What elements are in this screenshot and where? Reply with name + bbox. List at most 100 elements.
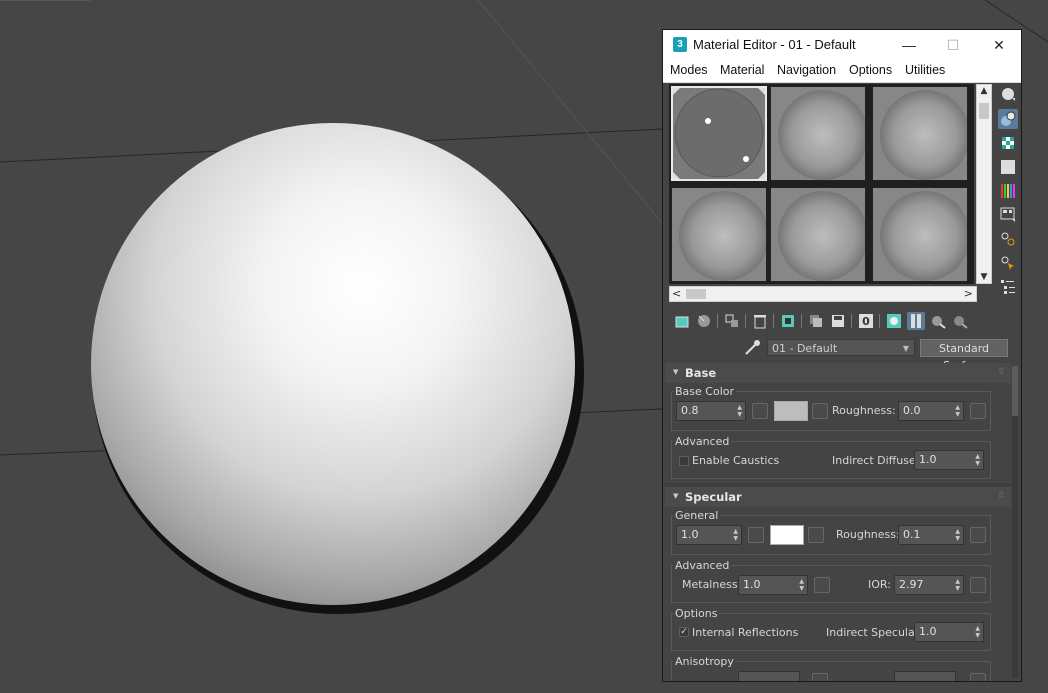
menu-material[interactable]: Material: [720, 63, 764, 77]
collapse-triangle-icon: ▼: [673, 368, 679, 376]
get-material-icon[interactable]: [673, 312, 691, 330]
show-shaded-material-icon[interactable]: [885, 312, 903, 330]
specular-options-group: Options ✓ Internal Reflections Indirect …: [671, 607, 991, 651]
backlight-icon[interactable]: [998, 109, 1018, 129]
specular-weight-map-button[interactable]: [748, 527, 764, 543]
enable-caustics-checkbox[interactable]: [679, 456, 689, 466]
scroll-down-icon[interactable]: ▼: [977, 272, 991, 282]
drag-grip-icon[interactable]: ⠿: [998, 491, 1004, 500]
spinner-arrows-icon[interactable]: ▲ ▼: [955, 528, 960, 542]
ior-spinner[interactable]: 2.97 ▲ ▼: [894, 575, 964, 595]
anisotropy-spinner[interactable]: [738, 671, 800, 681]
sample-slots: [669, 84, 974, 284]
material-navigator-icon[interactable]: [998, 277, 1018, 297]
copy-material-icon[interactable]: [807, 312, 825, 330]
drag-grip-icon[interactable]: ⠿: [998, 367, 1004, 376]
anisotropy-rotation-spinner[interactable]: [894, 671, 956, 681]
base-rollout-title: Base: [685, 366, 717, 380]
specular-weight-spinner[interactable]: 1.0 ▲ ▼: [676, 525, 742, 545]
video-color-check-icon[interactable]: [998, 181, 1018, 201]
spinner-arrows-icon[interactable]: ▲ ▼: [799, 578, 804, 592]
slots-vertical-scrollbar[interactable]: ▲ ▼: [976, 84, 992, 284]
sample-slot-6[interactable]: [872, 187, 970, 282]
scroll-thumb[interactable]: [1012, 366, 1018, 416]
scroll-up-icon[interactable]: ▲: [977, 86, 991, 96]
indirect-diffuse-spinner[interactable]: 1.0 ▲ ▼: [914, 450, 984, 470]
app-icon: 3: [673, 37, 687, 52]
sample-slot-4[interactable]: [671, 187, 769, 282]
internal-reflections-checkbox[interactable]: ✓: [679, 627, 689, 637]
save-to-library-icon[interactable]: [829, 312, 847, 330]
slots-horizontal-scrollbar[interactable]: < >: [669, 286, 977, 302]
spinner-arrows-icon[interactable]: ▲ ▼: [737, 404, 742, 418]
delete-material-icon[interactable]: [751, 312, 769, 330]
scroll-left-icon[interactable]: <: [672, 287, 681, 301]
base-roughness-spinner[interactable]: 0.0 ▲ ▼: [898, 401, 964, 421]
ior-map-button[interactable]: [970, 577, 986, 593]
scroll-thumb[interactable]: [979, 103, 989, 119]
put-to-scene-icon[interactable]: [695, 312, 713, 330]
metalness-map-button[interactable]: [814, 577, 830, 593]
material-type-button[interactable]: Standard Surface: [920, 339, 1008, 372]
slot-preview-icon: [880, 191, 970, 281]
base-color-swatch[interactable]: [774, 401, 808, 421]
base-weight-map-button[interactable]: [752, 403, 768, 419]
metalness-label: Metalness:: [682, 578, 742, 591]
sample-type-icon[interactable]: [998, 84, 1018, 104]
sample-slot-5[interactable]: [770, 187, 868, 282]
make-unique-icon[interactable]: [779, 312, 797, 330]
spinner-arrows-icon[interactable]: ▲ ▼: [975, 625, 980, 639]
slot-preview-icon: [880, 90, 970, 180]
spinner-arrows-icon[interactable]: ▲ ▼: [733, 528, 738, 542]
sphere-object: [91, 123, 575, 605]
scroll-right-icon[interactable]: >: [964, 287, 973, 301]
sample-slot-2[interactable]: [770, 86, 868, 181]
slot-preview-icon: [778, 90, 868, 180]
specular-roughness-map-button[interactable]: [970, 527, 986, 543]
material-name-dropdown[interactable]: 01 - Default ▼: [767, 339, 915, 356]
material-id-icon[interactable]: 0: [857, 312, 875, 330]
go-forward-to-sibling-icon[interactable]: [951, 312, 969, 330]
menu-navigation[interactable]: Navigation: [777, 63, 836, 77]
menu-options[interactable]: Options: [849, 63, 892, 77]
show-end-result-icon[interactable]: [907, 312, 925, 330]
base-weight-value: 0.8: [681, 404, 699, 417]
properties-scrollbar[interactable]: [1012, 366, 1018, 678]
specular-color-map-button[interactable]: [808, 527, 824, 543]
specular-rollout-header[interactable]: ▼ Specular ⠿: [665, 487, 1011, 507]
sample-slot-1[interactable]: [671, 86, 767, 181]
sample-slot-3[interactable]: [872, 86, 970, 181]
menu-utilities[interactable]: Utilities: [905, 63, 945, 77]
select-by-material-icon[interactable]: [998, 253, 1018, 273]
spinner-arrows-icon[interactable]: ▲ ▼: [975, 453, 980, 467]
background-icon[interactable]: [998, 133, 1018, 153]
anisotropy-map-button[interactable]: [812, 673, 828, 681]
scroll-thumb[interactable]: [686, 289, 706, 299]
go-to-parent-icon[interactable]: [929, 312, 947, 330]
sample-uv-tiling-icon[interactable]: [998, 157, 1018, 177]
metalness-spinner[interactable]: 1.0 ▲ ▼: [738, 575, 808, 595]
base-weight-spinner[interactable]: 0.8 ▲ ▼: [676, 401, 746, 421]
minimize-button[interactable]: —: [889, 32, 929, 58]
make-preview-icon[interactable]: [998, 205, 1018, 225]
spinner-arrows-icon[interactable]: ▲ ▼: [955, 404, 960, 418]
material-name-value: 01 - Default: [772, 342, 838, 355]
base-rollout-header[interactable]: ▼ Base ⠿: [665, 363, 1011, 383]
indirect-specular-spinner[interactable]: 1.0 ▲ ▼: [914, 622, 984, 642]
assign-to-selection-icon[interactable]: [723, 312, 741, 330]
close-button[interactable]: ✕: [979, 32, 1019, 58]
material-editor-window[interactable]: 3 Material Editor - 01 - Default — ☐ ✕ M…: [662, 29, 1022, 682]
spinner-arrows-icon[interactable]: ▲ ▼: [955, 578, 960, 592]
specular-color-swatch[interactable]: [770, 525, 804, 545]
specular-roughness-spinner[interactable]: 0.1 ▲ ▼: [898, 525, 964, 545]
maximize-button[interactable]: ☐: [933, 32, 973, 58]
menu-modes[interactable]: Modes: [670, 63, 708, 77]
options-icon[interactable]: [998, 229, 1018, 249]
pick-material-eyedropper-icon[interactable]: [743, 339, 761, 357]
title-bar[interactable]: 3 Material Editor - 01 - Default — ☐ ✕: [663, 30, 1021, 60]
specular-rollout: ▼ Specular ⠿ General 1.0 ▲ ▼ Roughness: 0…: [665, 487, 1011, 681]
base-roughness-map-button[interactable]: [970, 403, 986, 419]
base-color-map-button[interactable]: [812, 403, 828, 419]
toolbar-divider: [773, 314, 774, 328]
anisotropy-rotation-map-button[interactable]: [970, 673, 986, 681]
